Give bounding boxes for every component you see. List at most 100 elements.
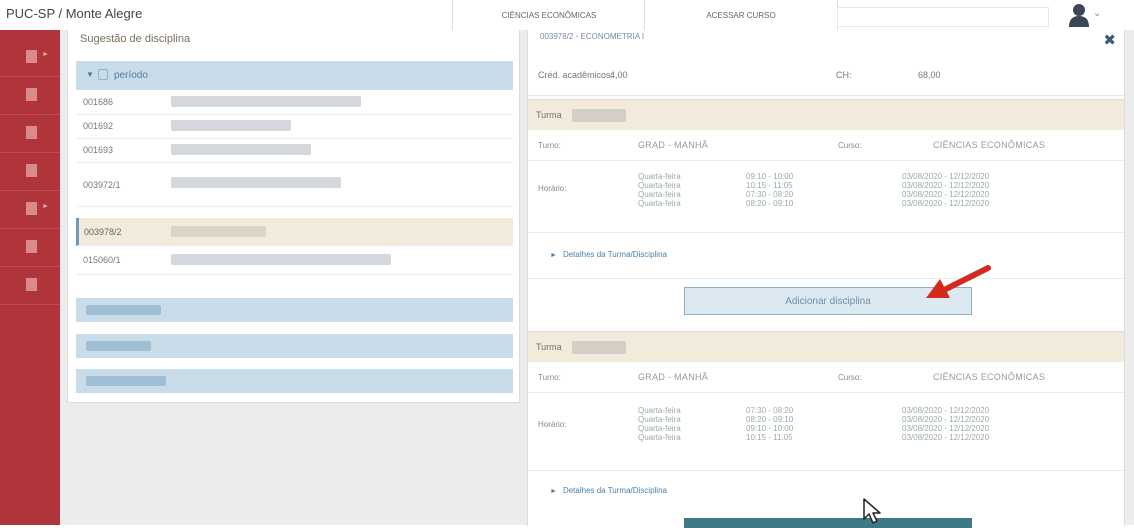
periodo-label: período [114, 70, 148, 81]
discipline-row[interactable]: 001686 [76, 90, 513, 115]
rail-item-6[interactable] [0, 228, 60, 267]
schedule-periods: 03/08/2020 - 12/12/2020 03/08/2020 - 12/… [902, 406, 990, 442]
chevron-down-icon[interactable]: ⌄ [1093, 8, 1101, 19]
discipline-code: 003972/1 [83, 180, 121, 190]
turma-card: Turma Turno: GRAD - MANHÃ Curso: CIÊNCIA… [528, 331, 1124, 528]
turno-label: Turno: [538, 373, 561, 382]
menu-icon [26, 50, 37, 63]
periodo-group-header[interactable]: ▼ período [76, 61, 513, 90]
turno-label: Turno: [538, 141, 561, 150]
red-arrow-annotation [926, 265, 991, 298]
redacted-label [86, 305, 161, 315]
access-course-button[interactable]: ACESSAR CURSO [644, 0, 838, 30]
schedule-periods: 03/08/2020 - 12/12/2020 03/08/2020 - 12/… [902, 172, 990, 208]
horario-row: Horário: Quarta-feira Quarta-feira Quart… [528, 160, 1124, 233]
discipline-header: 003978/2 - ECONOMETRIA I [540, 32, 645, 41]
curso-label: Curso: [838, 141, 862, 150]
horario-row: Horário: Quarta-feira Quarta-feira Quart… [528, 392, 1124, 471]
details-toggle[interactable]: ► Detalhes da Turma/Disciplina [550, 486, 667, 495]
discipline-row[interactable]: 001692 [76, 114, 513, 139]
redacted-name [171, 120, 291, 131]
schedule-times: 07:30 - 08:20 08:20 - 09:10 09:10 - 10:0… [746, 406, 794, 442]
rail-item-1[interactable]: ► [0, 38, 60, 77]
search-input[interactable] [837, 7, 1049, 27]
campus-title: PUC-SP / Monte Alegre [6, 6, 143, 21]
chevron-right-icon: ► [42, 203, 49, 210]
menu-icon [26, 240, 37, 253]
turno-value: GRAD - MANHÃ [638, 372, 709, 382]
discipline-code: 001692 [83, 121, 114, 131]
period-badge-icon [98, 69, 108, 80]
expand-triangle-icon: ► [550, 252, 557, 259]
add-discipline-button[interactable] [684, 518, 972, 528]
menu-icon [26, 164, 37, 177]
top-bar: PUC-SP / Monte Alegre CIÊNCIAS ECONÔMICA… [0, 0, 1134, 31]
redacted-label [86, 341, 151, 351]
discipline-row[interactable]: 001693 [76, 138, 513, 163]
redacted-turma-code [572, 341, 626, 354]
discipline-row-selected[interactable]: 003978/2 [76, 218, 513, 246]
collapsed-group[interactable] [76, 369, 513, 393]
mouse-cursor-icon [863, 498, 881, 524]
menu-icon [26, 202, 37, 215]
credits-label: Créd. acadêmicos: [538, 70, 614, 80]
curso-value: CIÊNCIAS ECONÔMICAS [933, 140, 1046, 150]
discipline-detail-panel: 003978/2 - ECONOMETRIA I ✖ Créd. acadêmi… [527, 30, 1125, 528]
redacted-label [86, 376, 166, 386]
turma-label: Turma [536, 110, 562, 120]
details-toggle[interactable]: ► Detalhes da Turma/Disciplina [550, 250, 667, 259]
rail-item-2[interactable] [0, 76, 60, 115]
turma-header: Turma [528, 100, 1124, 130]
curso-value: CIÊNCIAS ECONÔMICAS [933, 372, 1046, 382]
details-label: Detalhes da Turma/Disciplina [562, 250, 667, 259]
chevron-right-icon: ► [42, 51, 49, 58]
discipline-row[interactable]: 015060/1 [76, 246, 513, 275]
turno-value: GRAD - MANHÃ [638, 140, 709, 150]
menu-icon [26, 88, 37, 101]
details-row: ► Detalhes da Turma/Disciplina [528, 232, 1124, 279]
rail-item-3[interactable] [0, 114, 60, 153]
side-rail: ► ► [0, 30, 60, 525]
discipline-code: 003978/2 [84, 227, 122, 237]
discipline-code: 001686 [83, 97, 114, 107]
curso-label: Curso: [838, 373, 862, 382]
collapsed-group[interactable] [76, 298, 513, 322]
course-button[interactable]: CIÊNCIAS ECONÔMICAS [452, 0, 645, 30]
collapsed-group[interactable] [76, 334, 513, 358]
rail-item-4[interactable] [0, 152, 60, 191]
ch-label: CH: [836, 70, 852, 80]
credits-value: 4,00 [610, 70, 628, 80]
ch-value: 68,00 [918, 70, 941, 80]
discipline-code: 015060/1 [83, 255, 121, 265]
turno-row: Turno: GRAD - MANHÃ Curso: CIÊNCIAS ECON… [528, 362, 1124, 393]
redacted-name [171, 96, 361, 107]
panel-title: Sugestão de disciplina [80, 33, 191, 45]
rail-item-5[interactable]: ► [0, 190, 60, 229]
credits-row: Créd. acadêmicos: 4,00 CH: 68,00 [528, 57, 1124, 96]
user-icon[interactable] [1069, 3, 1089, 27]
redacted-name [171, 254, 391, 265]
turno-row: Turno: GRAD - MANHÃ Curso: CIÊNCIAS ECON… [528, 130, 1124, 161]
details-row: ► Detalhes da Turma/Disciplina [528, 470, 1124, 510]
redacted-name [171, 226, 266, 237]
discipline-row[interactable]: 003972/1 [76, 162, 513, 207]
menu-icon [26, 278, 37, 291]
redacted-name [171, 177, 341, 188]
redacted-name [171, 144, 311, 155]
details-label: Detalhes da Turma/Disciplina [562, 486, 667, 495]
rail-item-7[interactable] [0, 266, 60, 305]
expand-triangle-icon: ▼ [86, 70, 94, 79]
turma-label: Turma [536, 342, 562, 352]
suggestion-panel: Sugestão de disciplina ▼ período 001686 … [67, 30, 520, 403]
turma-header: Turma [528, 332, 1124, 362]
schedule-days: Quarta-feira Quarta-feira Quarta-feira Q… [638, 406, 681, 442]
redacted-turma-code [572, 109, 626, 122]
menu-icon [26, 126, 37, 139]
close-icon[interactable]: ✖ [1103, 31, 1116, 49]
discipline-code: 001693 [83, 145, 114, 155]
horario-label: Horário: [538, 184, 567, 193]
turma-card: Turma Turno: GRAD - MANHÃ Curso: CIÊNCIA… [528, 99, 1124, 328]
schedule-days: Quarta-feira Quarta-feira Quarta-feira Q… [638, 172, 681, 208]
expand-triangle-icon: ► [550, 488, 557, 495]
schedule-times: 09:10 - 10:00 10:15 - 11:05 07:30 - 08:2… [746, 172, 794, 208]
